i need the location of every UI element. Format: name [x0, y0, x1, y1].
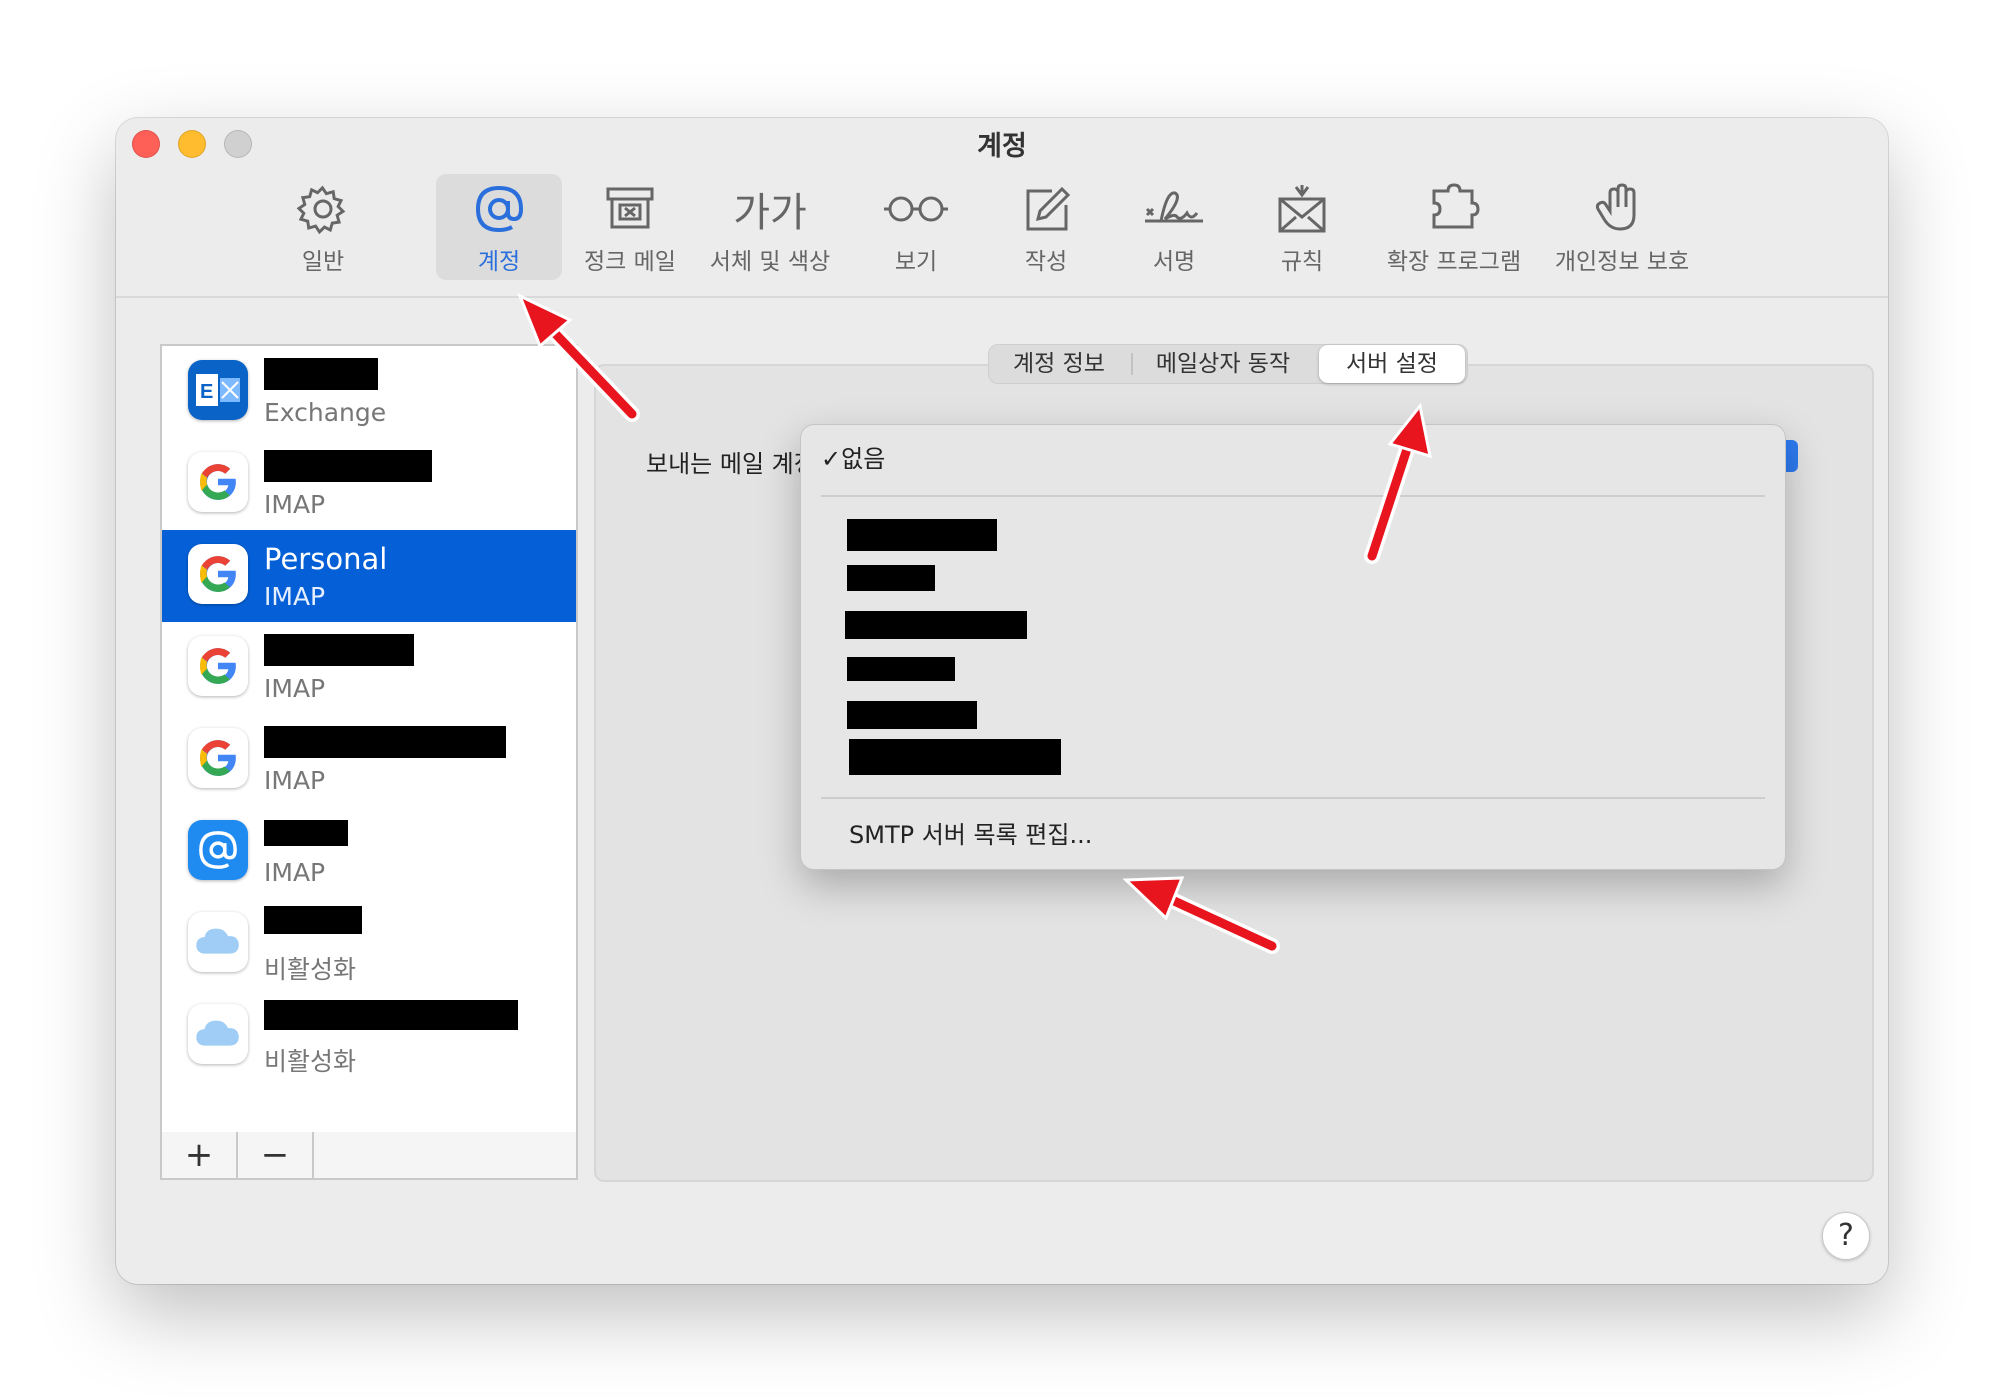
account-name-redacted	[264, 726, 506, 758]
account-type: IMAP	[264, 766, 326, 795]
account-row[interactable]: IMAP	[162, 622, 576, 714]
outgoing-account-label: 보내는 메일 계정	[646, 450, 816, 478]
toolbar-divider	[116, 296, 1888, 298]
account-row-exchange[interactable]: E Exchange	[162, 346, 576, 438]
account-name-redacted	[264, 634, 414, 666]
exchange-icon: E	[188, 360, 248, 420]
menu-item-redacted[interactable]	[847, 657, 955, 681]
menu-separator	[821, 797, 1765, 799]
toolbar-label: 개인정보 보호	[1554, 249, 1690, 275]
google-icon	[188, 544, 248, 604]
account-type: IMAP	[264, 490, 326, 519]
svg-text:E: E	[200, 381, 213, 403]
menu-item-redacted[interactable]	[847, 701, 977, 729]
icloud-icon	[188, 1004, 248, 1064]
toolbar-label: 규칙	[1280, 249, 1324, 275]
account-type: IMAP	[264, 582, 326, 611]
gear-icon	[296, 185, 346, 235]
account-type: 비활성화	[264, 955, 357, 984]
menu-item-label: 없음	[841, 445, 886, 473]
menu-item-none[interactable]: ✓없음	[821, 439, 885, 474]
font-icon: 가가	[733, 190, 807, 236]
at-mail-icon	[188, 820, 248, 880]
toolbar-fonts[interactable]: 가가 서체 및 색상	[700, 174, 840, 280]
account-name-redacted	[264, 820, 348, 846]
add-account-button[interactable]: +	[162, 1132, 238, 1178]
glasses-icon	[884, 196, 948, 222]
help-button[interactable]: ?	[1822, 1212, 1870, 1260]
account-name-redacted	[264, 906, 362, 934]
menu-item-redacted[interactable]	[847, 519, 997, 551]
toolbar-label: 보기	[894, 249, 938, 275]
account-list-footer: + −	[160, 1132, 578, 1180]
google-icon	[188, 728, 248, 788]
toolbar-junk[interactable]: 정크 메일	[570, 174, 690, 280]
account-list[interactable]: E Exchange IMAP Personal IMAP IMAP IMAP …	[160, 344, 578, 1136]
tab-divider	[1131, 353, 1133, 375]
account-name-redacted	[264, 1000, 518, 1030]
tab-account-info[interactable]: 계정 정보	[989, 345, 1129, 383]
account-type: Exchange	[264, 398, 387, 427]
account-type: IMAP	[264, 858, 326, 887]
toolbar-accounts[interactable]: 계정	[436, 174, 562, 280]
toolbar-signature[interactable]: 서명	[1126, 174, 1222, 280]
toolbar-compose[interactable]: 작성	[998, 174, 1094, 280]
junk-box-icon	[606, 187, 654, 229]
toolbar-rules[interactable]: 규칙	[1254, 174, 1350, 280]
smtp-dropdown-menu[interactable]: ✓없음 SMTP 서버 목록 편집...	[800, 424, 1786, 870]
menu-item-redacted[interactable]	[847, 565, 935, 591]
account-name-redacted	[264, 358, 378, 390]
toolbar-extensions[interactable]: 확장 프로그램	[1378, 174, 1530, 280]
puzzle-icon	[1432, 183, 1480, 229]
compose-icon	[1026, 186, 1071, 231]
window-title: 계정	[977, 131, 1027, 162]
google-icon	[188, 452, 248, 512]
account-row[interactable]: IMAP	[162, 806, 576, 898]
account-name: Personal	[264, 542, 388, 576]
toolbar-privacy[interactable]: 개인정보 보호	[1546, 174, 1698, 280]
account-row[interactable]: IMAP	[162, 714, 576, 806]
hand-icon	[1595, 183, 1636, 231]
tab-server-settings[interactable]: 서버 설정	[1319, 345, 1465, 383]
remove-account-button[interactable]: −	[238, 1132, 314, 1178]
toolbar-label: 작성	[1024, 249, 1068, 275]
toolbar-view[interactable]: 보기	[868, 174, 964, 280]
menu-item-redacted[interactable]	[845, 611, 1027, 639]
tab-bar: 계정 정보 메일상자 동작 서버 설정	[988, 344, 1468, 384]
account-row[interactable]: 비활성화	[162, 898, 576, 990]
google-icon	[188, 636, 248, 696]
toolbar-label: 서체 및 색상	[709, 249, 831, 275]
tab-mailbox-behaviors[interactable]: 메일상자 동작	[1135, 345, 1311, 383]
at-sign-icon	[475, 185, 524, 233]
icloud-icon	[188, 912, 248, 972]
account-row[interactable]: 비활성화	[162, 990, 576, 1082]
menu-item-redacted[interactable]	[849, 739, 1061, 775]
toolbar-label: 정크 메일	[584, 249, 676, 275]
toolbar-label: 서명	[1152, 249, 1196, 275]
toolbar-label: 일반	[301, 249, 345, 275]
edit-smtp-list-item[interactable]: SMTP 서버 목록 편집...	[849, 815, 1092, 850]
envelope-rules-icon	[1278, 185, 1326, 233]
signature-icon	[1145, 191, 1203, 223]
menu-separator	[821, 495, 1765, 497]
account-type: 비활성화	[264, 1047, 357, 1076]
preferences-window: 계정 일반 계정 정크 메일 가가 서체 및 색상 보기 작성 서명 규칙 확장…	[116, 118, 1888, 1284]
account-type: IMAP	[264, 674, 326, 703]
checkmark-icon: ✓	[821, 445, 842, 473]
toolbar-label: 확장 프로그램	[1386, 249, 1522, 275]
account-row[interactable]: IMAP	[162, 438, 576, 530]
toolbar-label: 계정	[477, 249, 521, 275]
toolbar-general[interactable]: 일반	[272, 174, 374, 280]
account-row-selected[interactable]: Personal IMAP	[162, 530, 576, 622]
account-name-redacted	[264, 450, 432, 482]
